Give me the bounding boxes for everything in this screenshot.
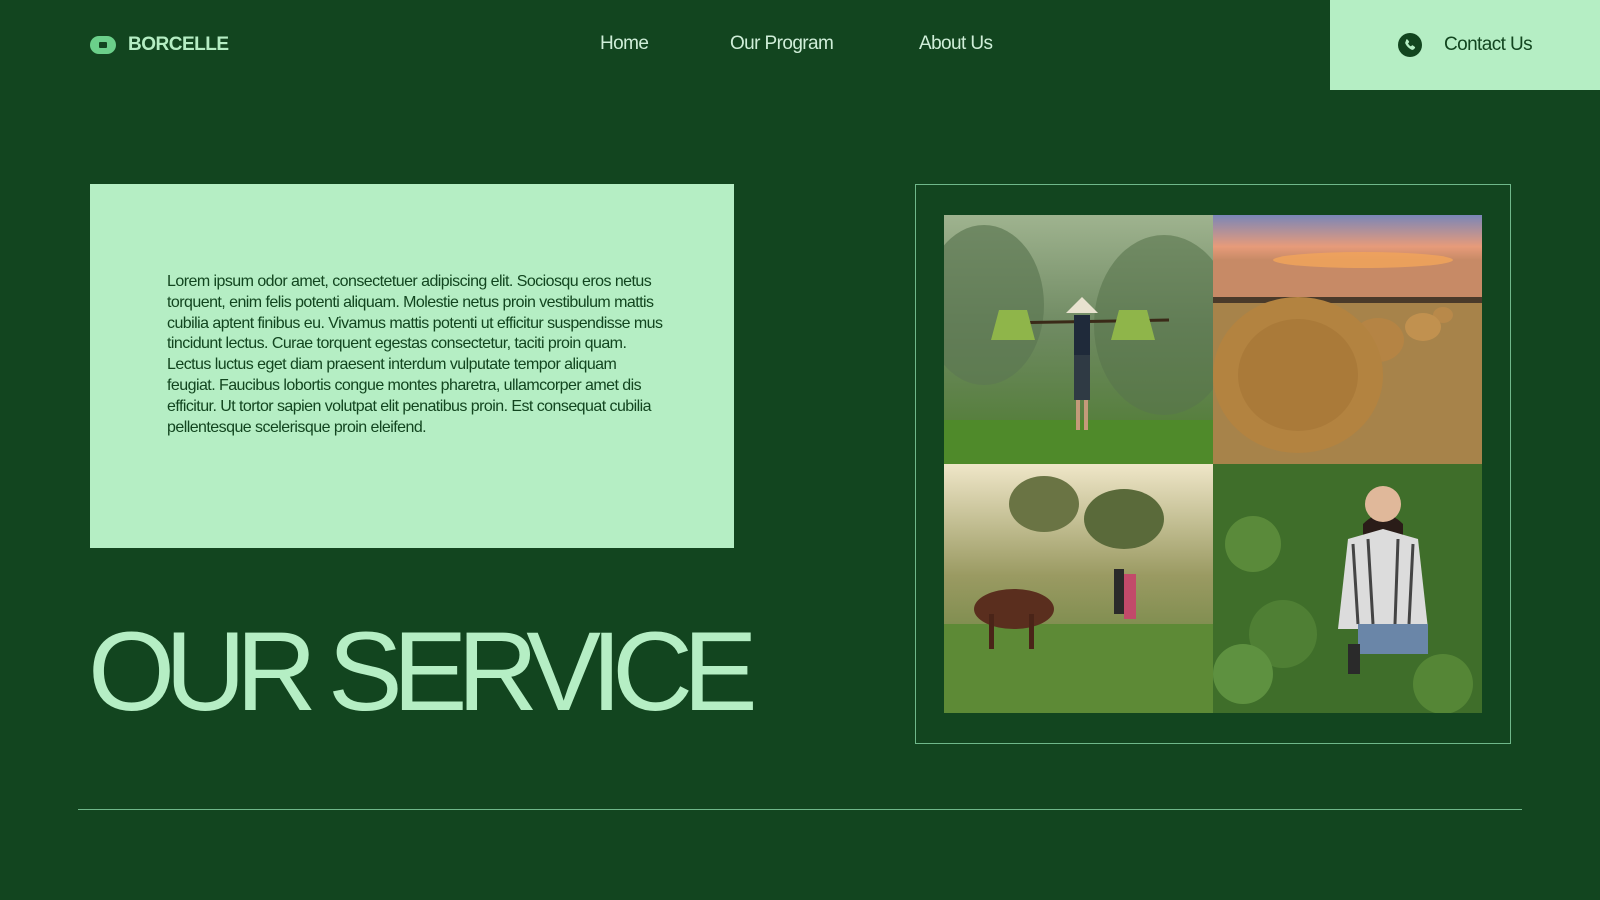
intro-text: Lorem ipsum odor amet, consectetuer adip…: [167, 273, 663, 436]
photo-plowing-oxen: [944, 464, 1213, 713]
photo-woman-gardening: [1213, 464, 1482, 713]
phone-icon: [1398, 33, 1422, 57]
photo-hay-bales: [1213, 215, 1482, 464]
intro-card: Lorem ipsum odor amet, consectetuer adip…: [90, 184, 734, 548]
footer-divider: [78, 809, 1522, 810]
brand-name: BORCELLE: [128, 34, 229, 55]
brand-logo[interactable]: BORCELLE: [90, 34, 229, 56]
logo-mark-icon: [90, 36, 116, 54]
page-headline: OUR SERVICE: [88, 609, 758, 734]
contact-us-button[interactable]: Contact Us: [1330, 0, 1600, 90]
photo-gallery-frame: [915, 184, 1511, 744]
photo-rice-farmer: [944, 215, 1213, 464]
photo-gallery: [944, 215, 1482, 713]
nav-about-us[interactable]: About Us: [919, 33, 993, 55]
nav-our-program[interactable]: Our Program: [730, 33, 834, 55]
nav-home[interactable]: Home: [600, 33, 649, 55]
contact-us-label: Contact Us: [1444, 34, 1533, 55]
